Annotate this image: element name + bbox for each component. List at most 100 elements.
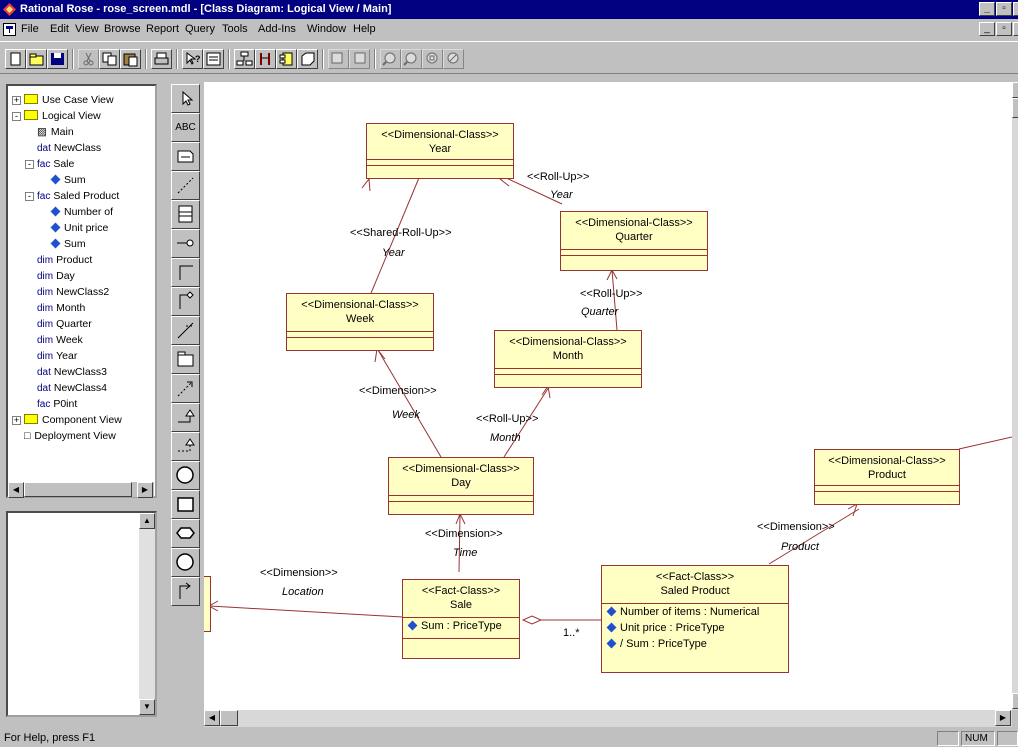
menu-help[interactable]: Help xyxy=(353,19,376,39)
class-product[interactable]: <<Dimensional-Class>> Product xyxy=(814,449,960,505)
tree-item[interactable]: dat NewClass3 xyxy=(25,364,107,380)
print-icon[interactable] xyxy=(151,49,172,69)
tree-item[interactable]: dim Week xyxy=(25,332,83,348)
tree-item[interactable]: dim Year xyxy=(25,348,77,364)
scroll-left-button[interactable]: ◀ xyxy=(8,482,24,498)
scroll-right-button[interactable]: ▶ xyxy=(995,710,1011,726)
paste-icon[interactable] xyxy=(120,49,141,69)
tree-item[interactable]: ▨ Main xyxy=(25,124,74,140)
open-icon[interactable] xyxy=(26,49,47,69)
scroll-down-button[interactable]: ▼ xyxy=(1012,693,1018,709)
canvas-vertical-scrollbar[interactable]: ▲ ▼ xyxy=(1012,82,1018,710)
dimension-class-tool-icon[interactable] xyxy=(171,490,200,519)
browse-component-diagram-icon[interactable] xyxy=(276,49,297,69)
tree-item[interactable]: Sum xyxy=(38,236,86,252)
tree-item[interactable]: Unit price xyxy=(38,220,108,236)
note-tool-icon[interactable] xyxy=(171,142,200,171)
tree-item[interactable]: - fac Sale xyxy=(25,156,74,172)
tree-item[interactable]: dim Month xyxy=(25,300,85,316)
zoom-in-icon[interactable] xyxy=(380,49,401,69)
dependency-tool-icon[interactable] xyxy=(171,374,200,403)
diagram-doc-icon[interactable] xyxy=(3,23,16,36)
sale-attribute[interactable]: Sum : PriceType xyxy=(403,618,519,634)
collapse-icon[interactable]: - xyxy=(25,160,34,169)
minimize-button[interactable]: _ xyxy=(979,2,995,16)
zoom-out-icon[interactable] xyxy=(401,49,422,69)
tree-item[interactable]: Number of xyxy=(38,204,113,220)
tree-item[interactable]: dim Day xyxy=(25,268,75,284)
tree-item[interactable]: dat NewClass xyxy=(25,140,101,156)
saled-product-attribute[interactable]: Number of items : Numerical xyxy=(602,604,788,620)
tree-item[interactable]: fac P0int xyxy=(25,396,77,412)
menu-tools[interactable]: Tools xyxy=(222,19,248,39)
cut-icon[interactable] xyxy=(78,49,99,69)
documentation-scrollbar[interactable]: ▲ ▼ xyxy=(139,513,155,715)
menu-view[interactable]: View xyxy=(75,19,99,39)
realize-tool-icon[interactable] xyxy=(171,432,200,461)
menu-add-ins[interactable]: Add-Ins xyxy=(258,19,296,39)
close-button[interactable]: × xyxy=(1013,2,1018,16)
browse-parent-icon[interactable] xyxy=(328,49,349,69)
class-sale[interactable]: <<Fact-Class>> Sale Sum : PriceType xyxy=(402,579,520,659)
saled-product-attribute[interactable]: / Sum : PriceType xyxy=(602,636,788,652)
new-icon[interactable] xyxy=(5,49,26,69)
class-year[interactable]: <<Dimensional-Class>> Year xyxy=(366,123,514,179)
scroll-up-button[interactable]: ▲ xyxy=(139,513,155,529)
saled-product-attribute[interactable]: Unit price : PriceType xyxy=(602,620,788,636)
scroll-right-button[interactable]: ▶ xyxy=(137,482,153,498)
class-week[interactable]: <<Dimensional-Class>> Week xyxy=(286,293,434,351)
context-help-icon[interactable]: ? xyxy=(182,49,203,69)
selection-tool-icon[interactable] xyxy=(171,84,200,113)
menu-edit[interactable]: Edit xyxy=(50,19,69,39)
collapse-icon[interactable]: - xyxy=(12,112,21,121)
scroll-down-button[interactable]: ▼ xyxy=(139,699,155,715)
location-class-partial[interactable] xyxy=(204,576,211,632)
documentation-window[interactable]: ▲ ▼ xyxy=(6,511,157,717)
relationship-tool-icon[interactable] xyxy=(171,577,200,606)
tree-item[interactable]: dim NewClass2 xyxy=(25,284,109,300)
browse-previous-icon[interactable] xyxy=(349,49,370,69)
tree-item[interactable]: dim Quarter xyxy=(25,316,92,332)
model-browser-tree[interactable]: + Use Case View - Logical View ▨ Main dat NewCl… xyxy=(6,84,157,498)
scroll-thumb[interactable] xyxy=(24,482,132,497)
view-documentation-icon[interactable] xyxy=(203,49,224,69)
expand-icon[interactable]: + xyxy=(12,416,21,425)
tree-item[interactable]: dim Product xyxy=(25,252,92,268)
menu-query[interactable]: Query xyxy=(185,19,215,39)
circle-tool-icon[interactable] xyxy=(171,548,200,577)
anchor-note-tool-icon[interactable] xyxy=(171,171,200,200)
tree-item[interactable]: Sum xyxy=(38,172,86,188)
interface-tool-icon[interactable] xyxy=(171,229,200,258)
tree-item[interactable]: - fac Saled Product xyxy=(25,188,119,204)
scroll-up-button[interactable]: ▲ xyxy=(1012,82,1018,98)
copy-icon[interactable] xyxy=(99,49,120,69)
browse-class-diagram-icon[interactable] xyxy=(234,49,255,69)
fit-in-window-icon[interactable] xyxy=(422,49,443,69)
restore-button[interactable]: ▫ xyxy=(996,2,1012,16)
association-tool-icon[interactable] xyxy=(171,258,200,287)
browse-deployment-diagram-icon[interactable] xyxy=(297,49,318,69)
class-saled-product[interactable]: <<Fact-Class>> Saled Product Number of it… xyxy=(601,565,789,673)
scroll-left-button[interactable]: ◀ xyxy=(204,710,220,726)
menu-browse[interactable]: Browse xyxy=(104,19,141,39)
menu-window[interactable]: Window xyxy=(307,19,346,39)
canvas-horizontal-scrollbar[interactable]: ◀ ▶ xyxy=(204,710,1012,727)
tree-item[interactable]: + Use Case View xyxy=(12,92,114,108)
tree-item[interactable]: + Component View xyxy=(12,412,122,428)
scroll-thumb[interactable] xyxy=(1012,98,1018,118)
link-attribute-tool-icon[interactable] xyxy=(171,316,200,345)
scroll-thumb[interactable] xyxy=(220,710,238,726)
class-diagram-canvas[interactable]: <<Dimensional-Class>> Year <<Dimensional-… xyxy=(204,82,1012,710)
class-day[interactable]: <<Dimensional-Class>> Day xyxy=(388,457,534,515)
mdi-restore-button[interactable]: ▫ xyxy=(996,22,1012,36)
text-tool-icon[interactable]: ABC xyxy=(171,113,200,142)
tree-item[interactable]: dat NewClass4 xyxy=(25,380,107,396)
collapse-icon[interactable]: - xyxy=(25,192,34,201)
mdi-minimize-button[interactable]: _ xyxy=(979,22,995,36)
tree-item[interactable]: □ Deployment View xyxy=(12,428,116,444)
class-month[interactable]: <<Dimensional-Class>> Month xyxy=(494,330,642,388)
tree-item[interactable]: - Logical View xyxy=(12,108,101,124)
aggregation-tool-icon[interactable] xyxy=(171,287,200,316)
browser-horizontal-scrollbar[interactable]: ◀ ▶ xyxy=(8,482,154,498)
generalization-tool-icon[interactable] xyxy=(171,403,200,432)
